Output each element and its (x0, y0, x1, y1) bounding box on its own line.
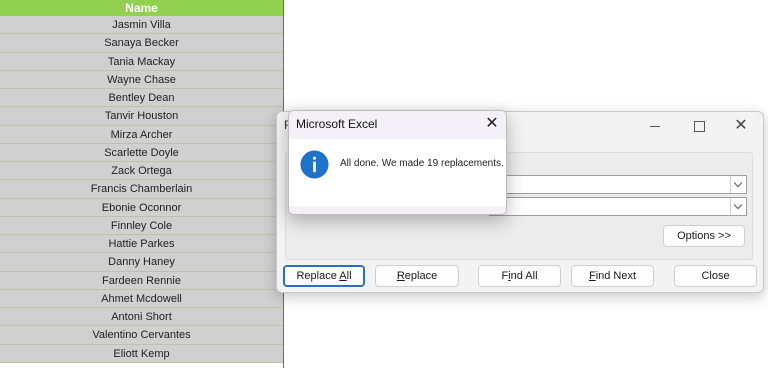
name-cell[interactable]: Valentino Cervantes (0, 326, 283, 345)
replace-all-button[interactable]: Replace All (283, 265, 365, 287)
access-key: R (396, 270, 405, 282)
access-key: F (588, 270, 596, 282)
close-icon[interactable]: ✕ (483, 115, 501, 133)
name-list: Jasmin Villa Sanaya Becker Tania Mackay Way… (0, 16, 283, 363)
name-cell[interactable]: Ebonie Oconnor (0, 198, 283, 217)
options-button[interactable]: Options >> (663, 225, 745, 247)
message-box: Microsoft Excel ✕ All done. We made 19 r… (288, 110, 507, 215)
name-cell[interactable]: Francis Chamberlain (0, 180, 283, 199)
button-label: ind Next (595, 270, 637, 282)
close-icon[interactable]: ✕ (729, 116, 753, 136)
name-cell[interactable]: Tania Mackay (0, 52, 283, 71)
chevron-down-icon[interactable] (730, 198, 746, 215)
button-label: ll (346, 270, 352, 282)
find-next-button[interactable]: Find Next (571, 265, 654, 287)
name-cell[interactable]: Antoni Short (0, 308, 283, 327)
minimize-icon[interactable] (643, 116, 667, 136)
find-what-combobox[interactable] (489, 175, 747, 194)
name-cell[interactable]: Tanvir Houston (0, 107, 283, 126)
find-all-button[interactable]: Find All (478, 265, 561, 287)
message-text: All done. We made 19 replacements. (340, 158, 504, 169)
name-cell[interactable]: Danny Haney (0, 253, 283, 272)
message-box-body: All done. We made 19 replacements. OK (289, 139, 506, 214)
button-label: nd All (510, 270, 538, 282)
name-cell[interactable]: Eliott Kemp (0, 344, 283, 363)
info-icon (300, 150, 329, 179)
name-cell[interactable]: Wayne Chase (0, 70, 283, 89)
button-label: Replace (296, 270, 340, 282)
name-cell[interactable]: Bentley Dean (0, 89, 283, 108)
name-cell[interactable]: Scarlette Doyle (0, 143, 283, 162)
message-box-footer: OK (289, 206, 506, 214)
column-header-name[interactable]: Name (0, 0, 283, 16)
replace-button[interactable]: Replace (375, 265, 459, 287)
close-button[interactable]: Close (674, 265, 757, 287)
name-cell[interactable]: Ahmet Mcdowell (0, 289, 283, 308)
message-box-titlebar: Microsoft Excel ✕ (289, 111, 506, 139)
name-cell[interactable]: Mirza Archer (0, 125, 283, 144)
message-box-title: Microsoft Excel (296, 117, 378, 131)
chevron-down-icon[interactable] (730, 176, 746, 193)
name-cell[interactable]: Jasmin Villa (0, 16, 283, 35)
name-cell[interactable]: Finnley Cole (0, 216, 283, 235)
button-label: eplace (404, 270, 438, 282)
maximize-icon[interactable] (687, 116, 711, 136)
access-key: A (339, 270, 347, 282)
spreadsheet-column: Name Jasmin Villa Sanaya Becker Tania Mack… (0, 0, 284, 368)
name-cell[interactable]: Sanaya Becker (0, 34, 283, 53)
name-cell[interactable]: Hattie Parkes (0, 235, 283, 254)
replace-with-combobox[interactable] (489, 197, 747, 216)
name-cell[interactable]: Zack Ortega (0, 162, 283, 181)
name-cell[interactable]: Fardeen Rennie (0, 271, 283, 290)
